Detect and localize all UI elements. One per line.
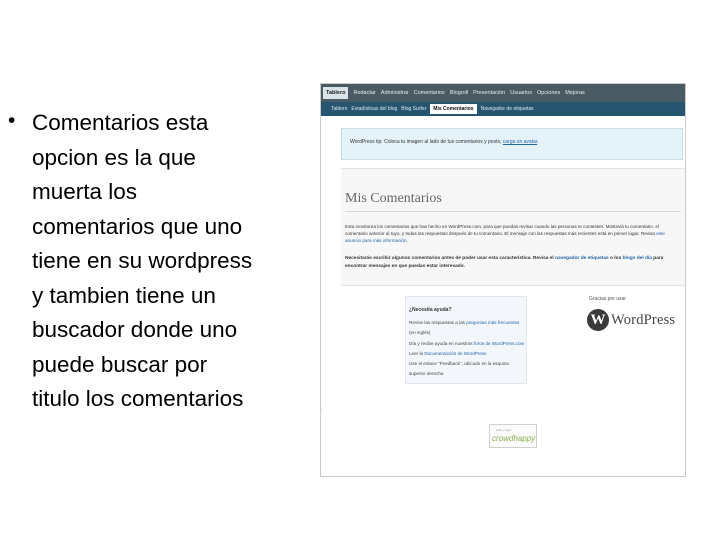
top-nav-item-redactar[interactable]: Redactar xyxy=(353,90,375,96)
panel-description: Esta monitorea los comentarios que has h… xyxy=(345,223,681,244)
bullet-dot: • xyxy=(8,109,16,132)
top-nav-item-presentacion[interactable]: Presentación xyxy=(473,90,505,96)
sub-nav-item-estadisticas[interactable]: Estadísticas del blog xyxy=(351,106,397,112)
sub-nav-item-mis-comentarios[interactable]: Mis Comentarios xyxy=(430,104,477,114)
tip-suffix: . xyxy=(537,139,539,145)
bullet-item: • Comentarios esta opcion es la que muer… xyxy=(8,106,314,417)
my-comments-panel: Mis Comentarios Esta monitorea los comen… xyxy=(341,168,685,286)
sub-nav-item-tablero[interactable]: Tablero xyxy=(331,106,347,112)
sub-nav: Tablero Estadísticas del blog Blog Surfe… xyxy=(321,102,685,116)
help-title: ¿Necesita ayuda? xyxy=(409,307,452,313)
crowdhappy-badge[interactable]: sello y logo crowdhappy xyxy=(489,424,537,448)
help-line-3-text: Leer la xyxy=(409,350,424,356)
top-nav-item-usuarios[interactable]: Usuarios xyxy=(510,90,532,96)
help-line: Leer la Documentación de WordPress xyxy=(409,349,525,359)
forums-link[interactable]: foros de WordPress.com xyxy=(474,341,524,346)
top-nav: Tablero Redactar Administrar Comentarios… xyxy=(321,84,685,102)
help-line-2-text: Día y recibe ayuda en nuestros xyxy=(409,340,473,346)
bullet-list: • Comentarios esta opcion es la que muer… xyxy=(8,106,314,417)
panel-description-text: Esta monitorea los comentarios que has h… xyxy=(345,224,659,236)
tip-avatar-link[interactable]: carga un avatar xyxy=(503,139,537,145)
top-nav-item-comentarios[interactable]: Comentarios xyxy=(414,90,445,96)
sub-nav-item-blog-surfer[interactable]: Blog Surfer xyxy=(401,106,426,112)
sub-nav-item-navegador-etiquetas[interactable]: Navegador de etiquetas xyxy=(481,106,534,112)
help-line-1-text: Revise las respuestas a las xyxy=(409,320,465,325)
tip-text: WordPress tip: Coloca tu imagen al lado … xyxy=(350,139,539,145)
panel-note-text-1: Necesitarás escribir algunos comentarios… xyxy=(345,256,554,261)
tag-browser-link[interactable]: navegador de etiquetas xyxy=(555,256,609,261)
help-line: Use el enlace "Feedback", ubicado en la … xyxy=(409,361,509,377)
faq-link[interactable]: preguntas más frecuentes xyxy=(466,320,519,325)
panel-note-text-2: o los xyxy=(610,256,622,261)
help-line-1-suffix: (en inglés) xyxy=(409,330,431,336)
help-line: Día y recibe ayuda en nuestros foros de … xyxy=(409,339,525,349)
bullet-text: Comentarios esta opcion es la que muerta… xyxy=(32,110,253,411)
margin-mark: : xyxy=(321,406,323,411)
panel-title: Mis Comentarios xyxy=(345,191,442,206)
top-nav-item-blogroll[interactable]: Blogroll xyxy=(450,90,468,96)
badge-caption: sello y logo xyxy=(496,428,512,432)
panel-note: Necesitarás escribir algunos comentarios… xyxy=(345,255,681,271)
badge-text: crowdhappy xyxy=(492,434,536,443)
panel-divider xyxy=(345,211,681,212)
top-nav-item-administrar[interactable]: Administrar xyxy=(381,90,409,96)
wordpress-w-icon: W xyxy=(587,309,609,331)
help-lines: Revise las respuestas a las preguntas má… xyxy=(409,318,525,380)
top-nav-item-tablero[interactable]: Tablero xyxy=(323,87,349,99)
wordpress-screenshot: Tablero Redactar Administrar Comentarios… xyxy=(320,83,686,477)
help-box: ¿Necesita ayuda? Revise las respuestas a… xyxy=(405,296,527,384)
tip-box: WordPress tip: Coloca tu imagen al lado … xyxy=(341,128,683,160)
credit-text: Gracias por usar xyxy=(589,296,626,302)
top-nav-item-mejoras[interactable]: Mejoras xyxy=(565,90,585,96)
wordpress-logo[interactable]: W WordPress xyxy=(587,309,675,331)
panel-description-end: . xyxy=(406,238,408,243)
blogs-of-day-link[interactable]: blogs del día xyxy=(623,256,652,261)
tip-prefix: WordPress tip: Coloca tu imagen al lado … xyxy=(350,139,502,145)
help-line: Revise las respuestas a las preguntas má… xyxy=(409,318,525,339)
top-nav-item-opciones[interactable]: Opciones xyxy=(537,90,560,96)
docs-link[interactable]: Documentación de WordPress xyxy=(424,351,486,356)
wordpress-logo-text: WordPress xyxy=(611,311,676,328)
